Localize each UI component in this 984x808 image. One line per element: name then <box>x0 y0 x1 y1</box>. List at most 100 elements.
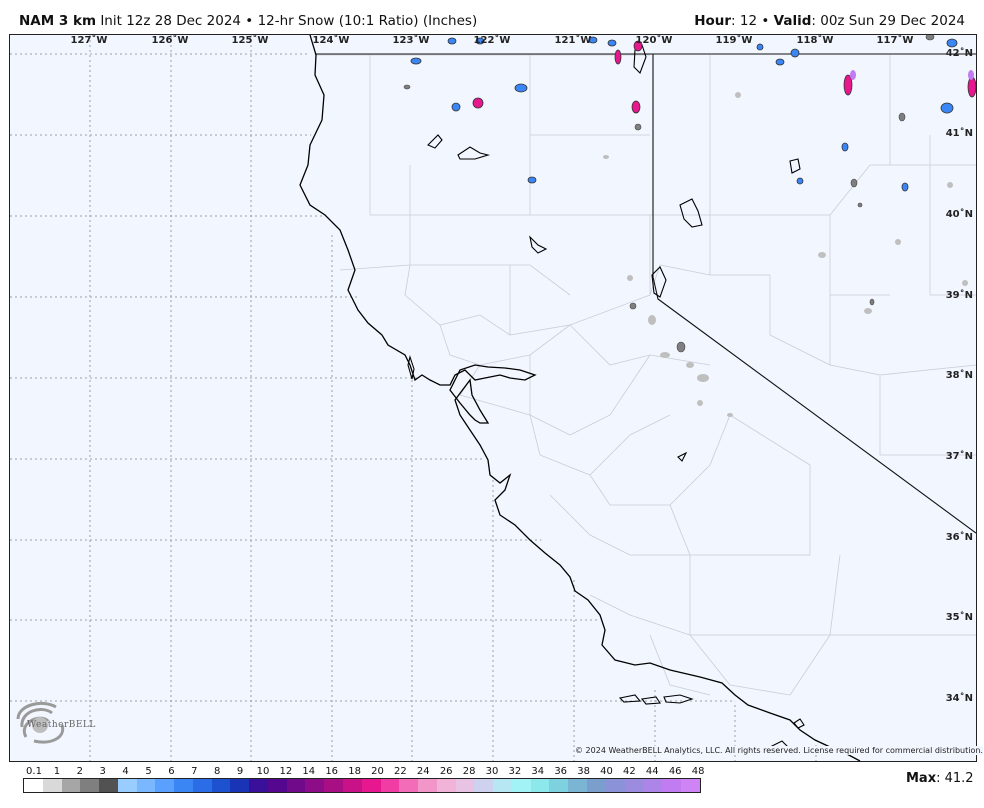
valid-label: Valid <box>773 13 812 29</box>
legend-swatch <box>343 779 362 792</box>
legend-swatch <box>474 779 494 792</box>
logo-text: WeatherBELL <box>27 720 96 730</box>
land-area <box>305 35 976 761</box>
valid-separator: • <box>761 13 770 29</box>
legend-tick-label: 8 <box>214 766 221 777</box>
longitude-label: 124˚W <box>312 35 350 46</box>
legend-swatch <box>361 779 381 792</box>
legend-tick-label: 5 <box>145 766 152 777</box>
legend-swatch <box>42 779 62 792</box>
legend-swatch <box>174 779 193 792</box>
legend-tick-label: 34 <box>531 766 545 777</box>
legend-tick-label: 9 <box>236 766 244 777</box>
legend-swatch <box>418 779 437 792</box>
legend-tick-label: 10 <box>256 766 270 777</box>
valid-value: : 00z Sun 29 Dec 2024 <box>811 13 965 29</box>
color-legend: 0.1 1 2 3 4 5 6 7 8 9 10 12 14 16 18 20 22 24 26 28 30 32 34 36… <box>23 766 704 794</box>
legend-swatch <box>211 779 231 792</box>
legend-swatch <box>192 779 212 792</box>
legend-tick-label: 48 <box>691 766 705 777</box>
latitude-label: 41˚N <box>945 128 973 139</box>
latitude-label: 40˚N <box>945 209 973 220</box>
legend-swatch <box>24 779 43 792</box>
longitude-label: 125˚W <box>231 35 269 46</box>
map-panel[interactable] <box>9 34 977 762</box>
legend-tick-label: 24 <box>416 766 430 777</box>
legend-swatch <box>549 779 569 792</box>
product-name: 12-hr Snow (10:1 Ratio) (Inches) <box>257 13 478 29</box>
longitude-label: 121˚W <box>554 35 592 46</box>
legend-swatch <box>624 779 644 792</box>
legend-tick-label: 36 <box>554 766 568 777</box>
legend-swatch <box>305 779 325 792</box>
max-value: Max: 41.2 <box>906 771 974 786</box>
legend-tick-label: 40 <box>600 766 613 777</box>
legend-tick-label: 7 <box>191 766 198 777</box>
legend-swatch <box>436 779 456 792</box>
legend-swatch <box>155 779 175 792</box>
latitude-label: 38˚N <box>945 370 973 381</box>
legend-swatch <box>643 779 663 792</box>
legend-tick-label: 6 <box>168 766 175 777</box>
hour-value: : 12 <box>731 13 758 29</box>
legend-swatch <box>380 779 400 792</box>
longitude-label: 123˚W <box>392 35 430 46</box>
legend-swatch <box>80 779 100 792</box>
latitude-label: 36˚N <box>945 532 973 543</box>
legend-tick-label: 26 <box>439 766 453 777</box>
legend-swatch <box>117 779 137 792</box>
legend-color-bar <box>23 778 701 793</box>
longitude-label: 120˚W <box>635 35 673 46</box>
legend-swatch <box>324 779 344 792</box>
legend-swatch <box>530 779 550 792</box>
legend-swatch <box>286 779 306 792</box>
longitude-label: 119˚W <box>715 35 753 46</box>
legend-swatch <box>99 779 118 792</box>
legend-tick-label: 30 <box>485 766 499 777</box>
hour-label: Hour <box>694 13 732 29</box>
legend-tick-label: 46 <box>668 766 682 777</box>
longitude-label: 126˚W <box>151 35 189 46</box>
map-svg <box>10 35 976 761</box>
legend-tick-label: 32 <box>508 766 522 777</box>
header: NAM 3 km Init 12z 28 Dec 2024 • 12-hr Sn… <box>0 0 984 34</box>
legend-tick-label: 12 <box>279 766 293 777</box>
legend-swatch <box>399 779 419 792</box>
legend-tick-label: 22 <box>394 766 407 777</box>
legend-tick-label: 20 <box>371 766 384 777</box>
longitude-label: 118˚W <box>796 35 834 46</box>
legend-tick-label: 14 <box>302 766 316 777</box>
legend-tick-label: 0.1 <box>26 766 42 777</box>
product-title: NAM 3 km Init 12z 28 Dec 2024 • 12-hr Sn… <box>19 13 477 29</box>
latitude-label: 42˚N <box>945 48 973 59</box>
legend-tick-label: 42 <box>623 766 636 777</box>
legend-swatch <box>455 779 475 792</box>
legend-tick-label: 44 <box>645 766 659 777</box>
legend-tick-label: 1 <box>53 766 61 777</box>
legend-swatch <box>61 779 81 792</box>
model-name: NAM 3 km <box>19 13 97 29</box>
latitude-label: 35˚N <box>945 612 973 623</box>
latitude-label: 37˚N <box>945 451 973 462</box>
longitude-label: 117˚W <box>876 35 914 46</box>
max-number: : 41.2 <box>936 771 974 786</box>
max-label: Max <box>906 771 937 786</box>
valid-info: Hour: 12 • Valid: 00z Sun 29 Dec 2024 <box>694 13 965 29</box>
legend-tick-label: 28 <box>462 766 476 777</box>
legend-swatch <box>249 779 268 792</box>
longitude-label: 122˚W <box>473 35 511 46</box>
legend-swatch <box>136 779 156 792</box>
longitude-label: 127˚W <box>70 35 108 46</box>
latitude-label: 34˚N <box>945 693 973 704</box>
legend-tick-label: 3 <box>99 766 106 777</box>
legend-tick-label: 16 <box>325 766 339 777</box>
legend-swatch <box>680 779 700 792</box>
legend-tick-label: 2 <box>76 766 83 777</box>
legend-swatch <box>662 779 681 792</box>
legend-tick-label: 4 <box>122 766 129 777</box>
legend-swatch <box>230 779 250 792</box>
legend-swatch <box>568 779 587 792</box>
legend-swatch <box>493 779 512 792</box>
legend-swatch <box>586 779 606 792</box>
legend-tick-label: 38 <box>577 766 590 777</box>
